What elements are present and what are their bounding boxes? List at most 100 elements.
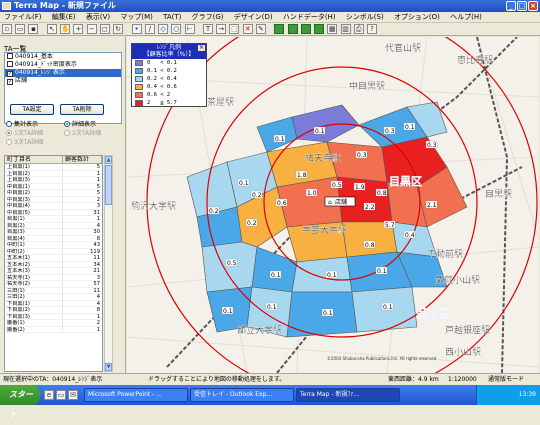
- cell-area: 中目黒(5): [5, 209, 63, 215]
- area-value-label: 1.9: [355, 184, 365, 191]
- radio-detail[interactable]: 詳細表示: [64, 121, 96, 129]
- hand-pan-icon[interactable]: ✋: [60, 24, 71, 34]
- text-icon[interactable]: T: [202, 24, 213, 34]
- ta-delete-button[interactable]: TA削除: [60, 104, 104, 115]
- radio-first-ta[interactable]: 1次TA詳細: [6, 130, 43, 138]
- minimize-button[interactable]: _: [506, 1, 516, 11]
- line-icon[interactable]: /: [144, 24, 155, 34]
- quicklaunch-ie-icon[interactable]: e: [44, 390, 54, 400]
- legend-range: 0.6 < 2: [147, 92, 171, 98]
- print-icon[interactable]: ⎙: [353, 24, 364, 34]
- maximize-button[interactable]: □: [517, 1, 527, 11]
- station-label: 西小山駅: [445, 347, 481, 358]
- cell-area: 上目黒(1): [5, 164, 63, 170]
- ta-item[interactable]: 040914_基本: [5, 53, 121, 61]
- ta-item-selected[interactable]: ✓ 040914_ﾚﾝｼﾞ表示: [5, 69, 121, 77]
- station-label: 駒沢大学駅: [131, 200, 176, 212]
- cell-count: 1: [96, 170, 100, 176]
- edit-icon[interactable]: ✎: [255, 24, 266, 34]
- area-value-label: 0.1: [223, 308, 233, 315]
- pointer-icon[interactable]: ↖: [46, 24, 57, 34]
- customer-grid[interactable]: 町丁目名 顧客数計 上目黒(1) 5 上目黒(2) 1 上目黒(3) 1 中目黒(1) 5 中目…: [4, 155, 103, 372]
- arrow-icon[interactable]: →: [216, 24, 227, 34]
- menu-edit[interactable]: 編集(E): [48, 12, 80, 23]
- circle-icon[interactable]: ○: [171, 24, 182, 34]
- scroll-up-icon[interactable]: ▲: [105, 156, 112, 164]
- close-button[interactable]: ×: [528, 1, 538, 11]
- taskbar: スタート e ▭ ✉ Microsoft PowerPoint - ... 受信…: [0, 385, 540, 419]
- point-icon[interactable]: •: [131, 24, 142, 34]
- menu-help[interactable]: ヘルプ(H): [446, 12, 486, 23]
- radio-second-ta[interactable]: 2次TA詳細: [64, 130, 101, 138]
- checkbox-icon[interactable]: [7, 53, 13, 59]
- menu-graph[interactable]: グラフ(G): [188, 12, 228, 23]
- layer-c-icon[interactable]: [300, 24, 311, 34]
- legend-range: 0.4 < 0.6: [147, 84, 177, 90]
- task-powerpoint[interactable]: Microsoft PowerPoint - ...: [84, 388, 188, 402]
- zoom-window-icon[interactable]: ◻: [99, 24, 110, 34]
- menu-map[interactable]: マップ(M): [116, 12, 157, 23]
- map-view[interactable]: 代官山駅 恵比寿駅 中目黒駅 三軒茶屋駅 祐天寺駅 目黒区 目黒駅 駒沢大学駅 学芸大学駅 不動前…: [127, 37, 538, 373]
- area-02-04: [201, 241, 258, 293]
- select-icon[interactable]: ⬚: [229, 24, 240, 34]
- scroll-down-icon[interactable]: ▼: [105, 363, 112, 371]
- layer-a-icon[interactable]: [274, 24, 285, 34]
- area-value-label: 0.1: [327, 272, 337, 279]
- start-button[interactable]: スタート: [0, 385, 40, 419]
- status-bar: 現在選択中のTA：040914_ﾚﾝｼﾞ表示 ドラッグすることにより地図の移動処…: [0, 373, 540, 385]
- help-icon[interactable]: ?: [367, 24, 378, 34]
- new-file-icon[interactable]: ▫: [2, 24, 12, 34]
- menu-option[interactable]: オプション(O): [390, 12, 444, 23]
- zoom-in-icon[interactable]: +: [73, 24, 84, 34]
- polygon-icon[interactable]: ◇: [158, 24, 169, 34]
- open-folder-icon[interactable]: ▭: [15, 24, 26, 34]
- checkbox-checked-icon[interactable]: ✓: [7, 79, 13, 85]
- save-icon[interactable]: ▪: [28, 24, 39, 34]
- menu-file[interactable]: ファイル(F): [0, 12, 46, 23]
- column-header-count[interactable]: 顧客数計: [63, 156, 102, 163]
- legend-range: 0.1 < 0.2: [147, 68, 177, 74]
- area-value-label: 0.6: [277, 200, 287, 207]
- cell-area: 三田(2): [5, 294, 63, 300]
- quicklaunch-outlook-icon[interactable]: ✉: [68, 390, 78, 400]
- table-row[interactable]: 鷹番(2) 1: [5, 326, 102, 333]
- scroll-thumb[interactable]: [105, 165, 112, 205]
- legend-close-icon[interactable]: ×: [198, 45, 205, 51]
- ruler-icon[interactable]: ⊢: [184, 24, 195, 34]
- area-value-label: 0.8: [365, 242, 375, 249]
- table-icon[interactable]: ▦: [327, 24, 338, 34]
- ta-item[interactable]: 040914_ﾄﾞｯﾄ密度表示: [5, 61, 121, 69]
- graph-icon[interactable]: ▥: [340, 24, 351, 34]
- cell-count: 31: [93, 209, 100, 215]
- task-outlook[interactable]: 受信トレイ - Outlook Exp...: [190, 388, 294, 402]
- radio-third-ta[interactable]: 3次TA詳細: [6, 139, 43, 147]
- menu-ta[interactable]: TA(T): [159, 12, 185, 23]
- column-header-area[interactable]: 町丁目名: [5, 156, 63, 163]
- menu-view[interactable]: 表示(V): [82, 12, 114, 23]
- zoom-out-icon[interactable]: −: [86, 24, 97, 34]
- layer-b-icon[interactable]: [287, 24, 298, 34]
- grid-body: 上目黒(1) 5 上目黒(2) 1 上目黒(3) 1 中目黒(1) 5 中目黒(2) 5 中目黒(3…: [5, 164, 102, 333]
- grid-header: 町丁目名 顧客数計: [5, 156, 102, 164]
- legend-header[interactable]: ﾚﾝｼﾞ凡例 【顧客比率（%）】: [132, 44, 206, 59]
- menu-hand-data[interactable]: ハンドデータ(H): [279, 12, 340, 23]
- menu-design[interactable]: デザイン(D): [230, 12, 277, 23]
- grid-scrollbar[interactable]: ▲ ▼: [104, 155, 113, 372]
- ta-item[interactable]: ✓ 店舗: [5, 77, 121, 85]
- legend-swatch: [135, 60, 143, 66]
- task-terramap[interactable]: Terra Map - 新規ﾌｧ...: [296, 388, 400, 402]
- range-legend[interactable]: ﾚﾝｼﾞ凡例 【顧客比率（%）】 × 0 < 0.1 0.1 < 0.2 0.2 <…: [131, 43, 207, 107]
- layer-d-icon[interactable]: [314, 24, 325, 34]
- ta-settings-button[interactable]: TA設定: [10, 104, 54, 115]
- menu-symbol[interactable]: シンボル(S): [342, 12, 388, 23]
- checkbox-icon[interactable]: [7, 61, 13, 67]
- cell-count: 8: [96, 235, 100, 241]
- quicklaunch-desktop-icon[interactable]: ▭: [56, 390, 66, 400]
- cell-count: 30: [93, 229, 100, 235]
- marker-icon[interactable]: ✕: [242, 24, 253, 34]
- refresh-icon[interactable]: ↻: [113, 24, 124, 34]
- cell-area: 目黒(1): [5, 216, 63, 222]
- area-value-label: 0.2: [252, 192, 262, 199]
- station-label: 中目黒駅: [349, 80, 385, 92]
- radio-summary[interactable]: 集計表示: [6, 121, 38, 129]
